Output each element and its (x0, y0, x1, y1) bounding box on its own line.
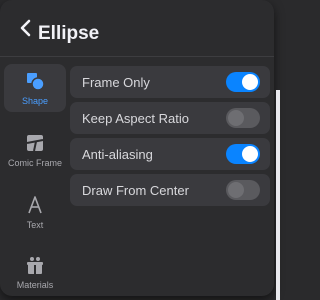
toggle-knob (242, 146, 258, 162)
panel-header: Ellipse (0, 0, 274, 56)
setting-row-frame-only: Frame Only (70, 66, 270, 98)
sidebar-item-label: Materials (16, 280, 54, 290)
comic-frame-icon (25, 133, 45, 153)
setting-label: Frame Only (82, 75, 150, 90)
toggle-knob (228, 182, 244, 198)
anti-aliasing-toggle[interactable] (226, 144, 260, 164)
shape-icon (25, 71, 45, 91)
sidebar-item-label: Comic Frame (7, 158, 62, 168)
draw-from-center-toggle[interactable] (226, 180, 260, 200)
sidebar-item-shape[interactable]: Shape (4, 64, 66, 112)
setting-label: Keep Aspect Ratio (82, 111, 189, 126)
shape-settings-panel: Ellipse Shape Comic Frame Text Materials… (0, 0, 274, 296)
setting-row-draw-from-center: Draw From Center (70, 174, 270, 206)
text-icon (25, 195, 45, 215)
toggle-knob (242, 74, 258, 90)
setting-row-anti-aliasing: Anti-aliasing (70, 138, 270, 170)
setting-row-keep-aspect-ratio: Keep Aspect Ratio (70, 102, 270, 134)
category-sidebar: Shape Comic Frame Text Materials (4, 64, 66, 296)
sidebar-item-materials[interactable]: Materials (4, 248, 66, 296)
chevron-left-icon (20, 19, 31, 37)
page-title: Ellipse (38, 23, 100, 44)
materials-icon (25, 255, 45, 275)
setting-label: Draw From Center (82, 183, 189, 198)
sidebar-item-text[interactable]: Text (4, 188, 66, 236)
sidebar-item-comic-frame[interactable]: Comic Frame (4, 126, 66, 174)
header-divider (0, 56, 274, 57)
sidebar-item-label: Shape (21, 96, 49, 106)
back-button[interactable] (16, 18, 34, 38)
toggle-knob (228, 110, 244, 126)
background-edge (276, 90, 280, 300)
frame-only-toggle[interactable] (226, 72, 260, 92)
setting-label: Anti-aliasing (82, 147, 153, 162)
sidebar-item-label: Text (26, 220, 44, 230)
keep-aspect-ratio-toggle[interactable] (226, 108, 260, 128)
